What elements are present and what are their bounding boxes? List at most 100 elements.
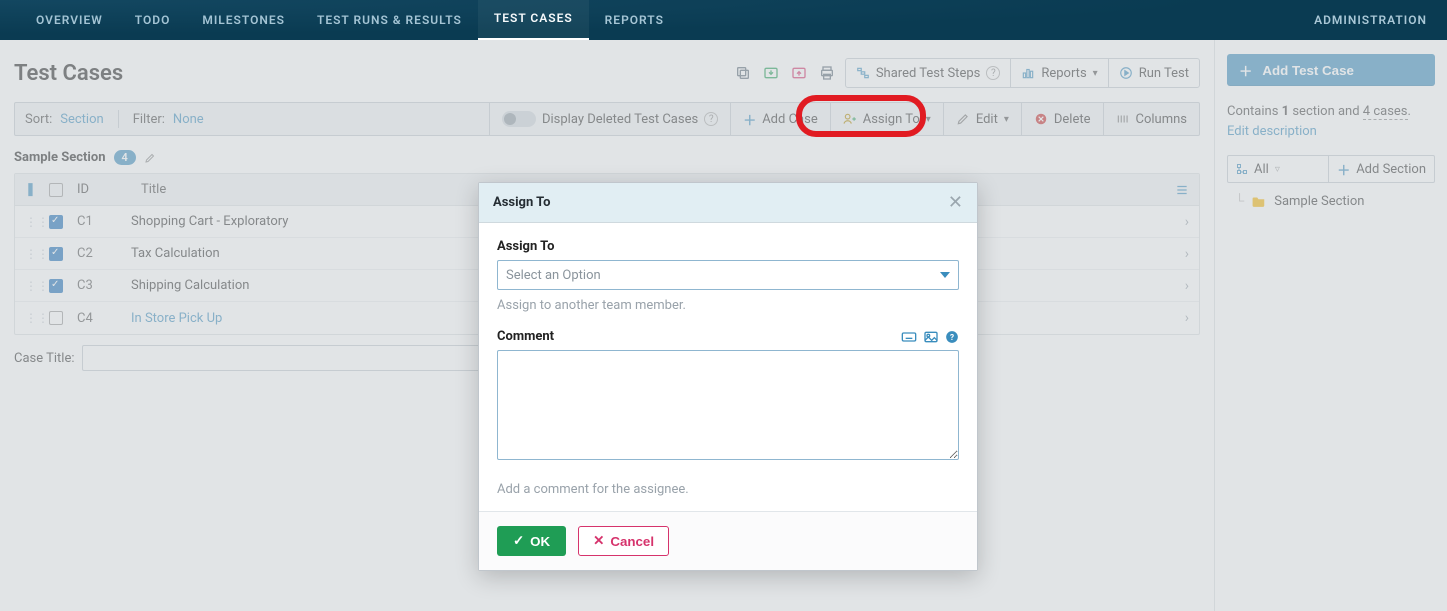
modal-title: Assign To	[493, 195, 550, 210]
row-checkbox[interactable]	[49, 215, 63, 229]
hierarchy-icon	[1236, 163, 1248, 175]
shared-test-steps-button[interactable]: Shared Test Steps ?	[846, 59, 1011, 87]
chevron-down-icon: ▾	[1004, 114, 1009, 125]
nav-test-runs[interactable]: TEST RUNS & RESULTS	[301, 0, 478, 40]
chevron-right-icon[interactable]: ›	[1185, 278, 1189, 294]
contains-count1: 1	[1282, 104, 1289, 119]
contains-prefix: Contains	[1227, 104, 1282, 119]
help-icon[interactable]: ?	[945, 330, 959, 344]
row-checkbox[interactable]	[49, 247, 63, 261]
assign-to-label: Assign To	[863, 112, 920, 127]
check-icon: ✓	[513, 533, 524, 549]
cancel-button[interactable]: ✕ Cancel	[578, 526, 669, 556]
add-test-case-button[interactable]: ＋ Add Test Case	[1227, 54, 1435, 86]
row-id: C3	[77, 278, 117, 293]
row-checkbox[interactable]	[49, 279, 63, 293]
tree-all-button[interactable]: All ▿	[1228, 156, 1328, 182]
copy-icon[interactable]	[733, 63, 753, 83]
export-icon[interactable]	[789, 63, 809, 83]
drag-handle-icon[interactable]: ⋮⋮	[25, 215, 35, 229]
case-title-input[interactable]	[82, 345, 482, 371]
help-icon[interactable]: ?	[704, 112, 718, 126]
add-section-label: Add Section	[1356, 162, 1426, 177]
nav-admin[interactable]: ADMINISTRATION	[1314, 13, 1427, 27]
assign-to-label: Assign To	[497, 239, 959, 254]
tree-item-label: Sample Section	[1274, 194, 1364, 209]
help-icon[interactable]: ?	[986, 66, 1000, 80]
chevron-down-icon	[940, 272, 950, 278]
close-icon[interactable]: ✕	[948, 192, 963, 213]
add-test-case-label: Add Test Case	[1262, 63, 1354, 78]
nav-milestones[interactable]: MILESTONES	[186, 0, 301, 40]
filter-value[interactable]: None	[173, 112, 204, 127]
layout-icon[interactable]	[1175, 183, 1189, 197]
keyboard-icon[interactable]	[901, 330, 917, 344]
select-all-checkbox[interactable]	[49, 183, 63, 197]
run-test-label: Run Test	[1139, 66, 1189, 81]
nav-test-cases[interactable]: TEST CASES	[478, 0, 589, 40]
columns-label: Columns	[1136, 112, 1188, 127]
modal-body: Assign To Select an Option Assign to ano…	[479, 223, 977, 511]
col-id: ID	[77, 182, 127, 197]
sort-label: Sort:	[25, 112, 52, 127]
drag-handle-icon[interactable]: ⋮⋮	[25, 247, 35, 261]
chevron-right-icon[interactable]: ›	[1185, 214, 1189, 230]
cancel-label: Cancel	[610, 534, 654, 549]
modal-footer: ✓ OK ✕ Cancel	[479, 511, 977, 570]
drag-handle-icon[interactable]: ⋮⋮	[25, 279, 35, 293]
import-icon[interactable]	[761, 63, 781, 83]
plus-icon: ＋	[1239, 61, 1252, 80]
edit-button[interactable]: Edit ▾	[944, 103, 1022, 135]
nav-todo[interactable]: TODO	[119, 0, 187, 40]
add-section-button[interactable]: ＋ Add Section	[1328, 156, 1434, 182]
assign-icon	[843, 112, 857, 126]
row-checkbox[interactable]	[49, 311, 63, 325]
sort-value[interactable]: Section	[60, 112, 103, 127]
svg-text:?: ?	[950, 331, 954, 341]
assign-to-text: Assign To	[497, 239, 554, 254]
chart-icon	[1021, 66, 1035, 80]
drag-handle-icon[interactable]: ⋮⋮	[25, 311, 35, 325]
chevron-right-icon[interactable]: ›	[1185, 246, 1189, 262]
folder-icon	[1252, 195, 1266, 207]
col-title: Title	[141, 182, 166, 197]
ok-label: OK	[530, 534, 550, 549]
edit-label: Edit	[976, 112, 998, 127]
assign-to-select[interactable]: Select an Option	[497, 260, 959, 290]
pencil-icon	[956, 112, 970, 126]
toolbar-row: Sort: Section Filter: None Display Delet…	[14, 102, 1200, 136]
delete-label: Delete	[1054, 112, 1091, 127]
case-title-label: Case Title:	[14, 351, 74, 366]
chevron-right-icon[interactable]: ›	[1185, 310, 1189, 326]
row-id: C2	[77, 246, 117, 261]
columns-button[interactable]: Columns	[1104, 103, 1200, 135]
play-icon	[1119, 66, 1133, 80]
reports-button[interactable]: Reports ▾	[1010, 59, 1107, 87]
top-nav-left: OVERVIEW TODO MILESTONES TEST RUNS & RES…	[20, 0, 680, 40]
contains-count2: 4 cases	[1363, 104, 1408, 120]
tree-bar: All ▿ ＋ Add Section	[1227, 155, 1435, 183]
image-icon[interactable]	[923, 330, 939, 344]
plus-icon: ＋	[743, 110, 756, 129]
print-icon[interactable]	[817, 63, 837, 83]
edit-section-icon[interactable]	[144, 152, 156, 164]
comment-help-text: Add a comment for the assignee.	[497, 482, 959, 497]
comment-textarea[interactable]	[497, 350, 959, 460]
page-actions: Shared Test Steps ? Reports ▾ Run Test	[733, 58, 1200, 88]
nav-overview[interactable]: OVERVIEW	[20, 0, 119, 40]
run-test-button[interactable]: Run Test	[1108, 59, 1199, 87]
display-deleted-cell[interactable]: Display Deleted Test Cases ?	[490, 103, 731, 135]
filter-label: Filter:	[133, 112, 165, 127]
chevron-down-icon: ▾	[1093, 68, 1098, 79]
edit-description-link[interactable]: Edit description	[1227, 124, 1317, 139]
assign-to-button[interactable]: Assign To ▾	[831, 103, 944, 135]
section-count-pill: 4	[114, 150, 136, 165]
add-case-button[interactable]: ＋ Add Case	[731, 103, 831, 135]
nav-reports[interactable]: REPORTS	[589, 0, 680, 40]
toggle-icon[interactable]	[502, 111, 536, 127]
modal-header: Assign To ✕	[479, 183, 977, 223]
delete-button[interactable]: Delete	[1022, 103, 1104, 135]
ok-button[interactable]: ✓ OK	[497, 526, 566, 556]
tree-item-sample-section[interactable]: └ Sample Section	[1227, 189, 1435, 213]
page-header: Test Cases Shared Test Steps	[14, 58, 1200, 88]
